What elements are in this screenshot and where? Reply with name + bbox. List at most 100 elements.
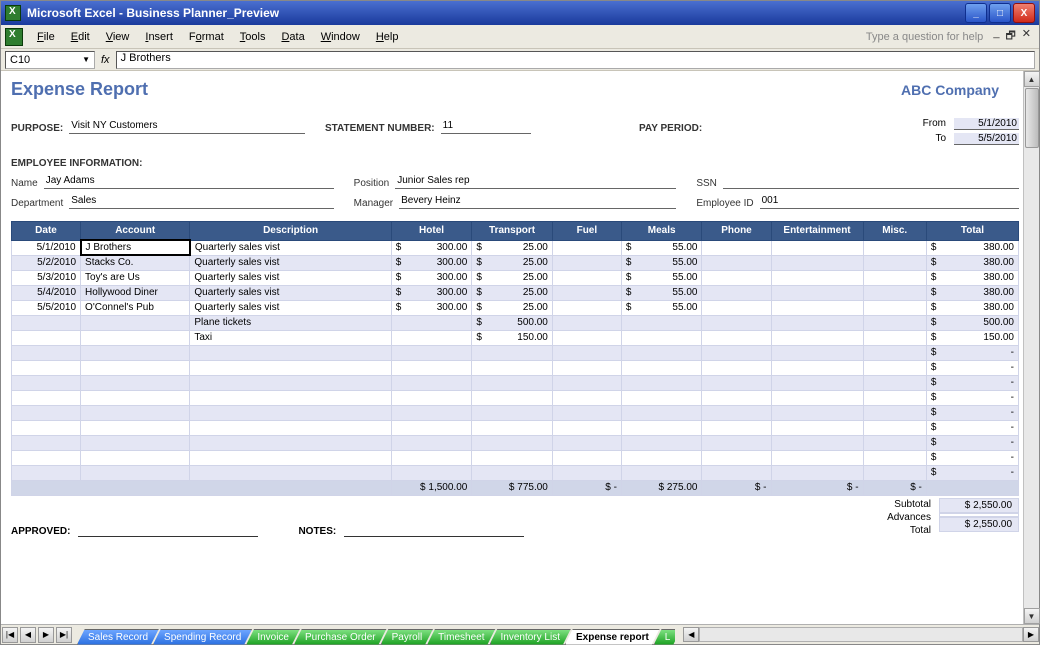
cell[interactable] (702, 345, 771, 360)
scroll-thumb[interactable] (1025, 88, 1039, 148)
cell[interactable]: $55.00 (621, 255, 702, 270)
cell[interactable]: $300.00 (391, 240, 472, 255)
cell[interactable] (81, 375, 190, 390)
cell[interactable] (190, 390, 391, 405)
cell[interactable] (863, 300, 926, 315)
cell[interactable] (552, 405, 621, 420)
cell[interactable] (190, 420, 391, 435)
cell[interactable] (472, 450, 553, 465)
cell[interactable]: $300.00 (391, 300, 472, 315)
cell[interactable] (702, 375, 771, 390)
hscroll-right-icon[interactable]: ▶ (1023, 627, 1039, 642)
cell[interactable] (12, 435, 81, 450)
cell[interactable] (552, 240, 621, 255)
cell[interactable] (863, 330, 926, 345)
statement-value[interactable]: 11 (441, 120, 531, 134)
cell[interactable]: Toy's are Us (81, 270, 190, 285)
doc-close-button[interactable]: ✕ (1022, 27, 1031, 46)
cell[interactable]: J Brothers (81, 240, 190, 255)
cell[interactable] (702, 360, 771, 375)
table-row[interactable]: $- (12, 390, 1019, 405)
hscroll-left-icon[interactable]: ◀ (683, 627, 699, 642)
cell[interactable] (863, 360, 926, 375)
cell[interactable] (702, 330, 771, 345)
cell[interactable] (12, 360, 81, 375)
cell[interactable] (702, 255, 771, 270)
cell[interactable] (863, 420, 926, 435)
cell[interactable] (12, 465, 81, 480)
cell[interactable] (81, 435, 190, 450)
cell[interactable] (472, 360, 553, 375)
sheet-tab[interactable]: Inventory List (490, 629, 571, 645)
cell[interactable] (702, 240, 771, 255)
menu-help[interactable]: Help (368, 28, 407, 46)
cell[interactable]: $- (926, 360, 1018, 375)
cell[interactable]: $- (926, 465, 1018, 480)
menu-data[interactable]: Data (273, 28, 312, 46)
cell[interactable] (190, 465, 391, 480)
cell[interactable] (81, 405, 190, 420)
cell[interactable]: Quarterly sales vist (190, 240, 391, 255)
table-row[interactable]: 5/4/2010Hollywood DinerQuarterly sales v… (12, 285, 1019, 300)
cell[interactable]: Quarterly sales vist (190, 270, 391, 285)
cell[interactable] (81, 450, 190, 465)
cell[interactable] (863, 375, 926, 390)
cell[interactable]: $150.00 (926, 330, 1018, 345)
cell[interactable] (702, 270, 771, 285)
col-description[interactable]: Description (190, 222, 391, 241)
cell[interactable] (552, 255, 621, 270)
cell[interactable]: 5/5/2010 (12, 300, 81, 315)
cell[interactable] (771, 315, 863, 330)
cell[interactable] (621, 345, 702, 360)
cell[interactable]: $25.00 (472, 285, 553, 300)
cell[interactable] (81, 390, 190, 405)
cell[interactable] (863, 465, 926, 480)
cell[interactable] (702, 435, 771, 450)
col-account[interactable]: Account (81, 222, 190, 241)
menu-window[interactable]: Window (313, 28, 368, 46)
cell[interactable] (771, 435, 863, 450)
help-search-input[interactable]: Type a question for help (866, 31, 993, 43)
col-meals[interactable]: Meals (621, 222, 702, 241)
cell[interactable] (702, 300, 771, 315)
cell[interactable] (552, 285, 621, 300)
col-fuel[interactable]: Fuel (552, 222, 621, 241)
sheet-tab[interactable]: Payroll (381, 629, 434, 645)
sheet-tab[interactable]: Expense report (565, 629, 660, 645)
cell[interactable]: $- (926, 405, 1018, 420)
cell[interactable] (771, 420, 863, 435)
cell[interactable] (771, 390, 863, 405)
cell[interactable] (552, 465, 621, 480)
cell[interactable] (552, 300, 621, 315)
cell[interactable] (621, 420, 702, 435)
cell[interactable] (552, 270, 621, 285)
cell[interactable] (621, 435, 702, 450)
tab-next-button[interactable]: ▶ (38, 627, 54, 643)
cell[interactable] (771, 330, 863, 345)
cell[interactable] (391, 360, 472, 375)
cell[interactable]: 5/2/2010 (12, 255, 81, 270)
namebox-dropdown-icon[interactable]: ▼ (82, 55, 90, 64)
cell[interactable] (863, 270, 926, 285)
cell[interactable]: $- (926, 375, 1018, 390)
cell[interactable] (702, 450, 771, 465)
menu-edit[interactable]: Edit (63, 28, 98, 46)
cell[interactable]: Plane tickets (190, 315, 391, 330)
cell[interactable]: $300.00 (391, 255, 472, 270)
cell[interactable] (621, 330, 702, 345)
notes-field[interactable] (344, 523, 524, 537)
sheet-tab[interactable]: Timesheet (427, 629, 495, 645)
cell[interactable] (12, 405, 81, 420)
scroll-down-icon[interactable]: ▼ (1024, 608, 1040, 624)
cell[interactable] (702, 405, 771, 420)
cell[interactable]: $380.00 (926, 300, 1018, 315)
cell[interactable] (702, 465, 771, 480)
cell[interactable]: $500.00 (472, 315, 553, 330)
cell[interactable] (702, 285, 771, 300)
cell[interactable] (12, 450, 81, 465)
table-row[interactable]: $- (12, 450, 1019, 465)
cell[interactable] (863, 345, 926, 360)
name-box[interactable]: C10 ▼ (5, 51, 95, 69)
cell[interactable] (771, 285, 863, 300)
table-row[interactable]: 5/5/2010O'Connel's PubQuarterly sales vi… (12, 300, 1019, 315)
